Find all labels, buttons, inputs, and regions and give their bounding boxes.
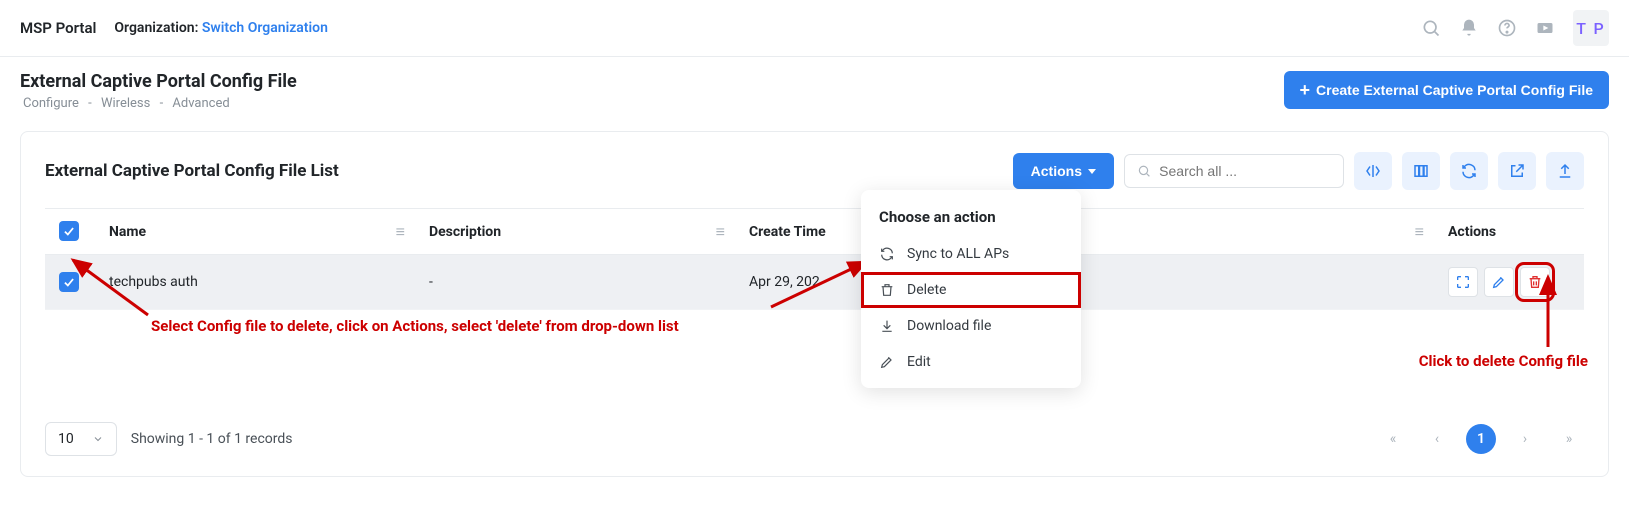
- pager-last-icon[interactable]: »: [1554, 424, 1584, 454]
- upload-icon[interactable]: [1546, 152, 1584, 190]
- page-header: External Captive Portal Config File Conf…: [0, 57, 1629, 119]
- dropdown-title: Choose an action: [861, 204, 1081, 236]
- topbar: MSP Portal Organization: Switch Organiza…: [0, 0, 1629, 57]
- pager-page-1[interactable]: 1: [1466, 424, 1496, 454]
- refresh-icon[interactable]: [1450, 152, 1488, 190]
- collapse-columns-icon[interactable]: [1354, 152, 1392, 190]
- config-table: Name ≡ Description ≡ Create Time ≡ Actio…: [45, 208, 1584, 310]
- column-menu-icon[interactable]: ≡: [1415, 222, 1424, 242]
- breadcrumb-item[interactable]: Wireless: [101, 96, 150, 111]
- row-expand-icon[interactable]: [1448, 267, 1478, 297]
- caret-down-icon: [1088, 169, 1096, 174]
- avatar[interactable]: T P: [1573, 10, 1609, 46]
- search-icon[interactable]: [1421, 18, 1441, 38]
- list-title: External Captive Portal Config File List: [45, 161, 339, 181]
- dropdown-item-download[interactable]: Download file: [861, 308, 1081, 344]
- page-size-select[interactable]: 10: [45, 422, 117, 456]
- create-button-label: Create External Captive Portal Config Fi…: [1316, 82, 1593, 98]
- bell-icon[interactable]: [1459, 18, 1479, 38]
- page-title: External Captive Portal Config File: [20, 71, 297, 92]
- column-menu-icon[interactable]: ≡: [716, 222, 725, 242]
- trash-icon: [879, 282, 895, 298]
- actions-dropdown: Choose an action Sync to ALL APs Delete …: [861, 190, 1081, 388]
- sync-icon: [879, 246, 895, 262]
- org-label: Organization:: [114, 20, 198, 36]
- row-edit-icon[interactable]: [1484, 267, 1514, 297]
- download-icon: [879, 318, 895, 334]
- actions-button-label: Actions: [1031, 163, 1082, 179]
- dropdown-item-delete[interactable]: Delete: [861, 272, 1081, 308]
- plus-icon: +: [1300, 81, 1311, 99]
- dropdown-item-edit[interactable]: Edit: [861, 344, 1081, 380]
- pencil-icon: [879, 354, 895, 370]
- switch-organization-link[interactable]: Switch Organization: [202, 20, 328, 36]
- breadcrumb-item[interactable]: Configure: [23, 96, 79, 111]
- records-text: Showing 1 - 1 of 1 records: [131, 431, 293, 447]
- columns-icon[interactable]: [1402, 152, 1440, 190]
- chevron-down-icon: [92, 433, 104, 445]
- pager-first-icon[interactable]: «: [1378, 424, 1408, 454]
- table-footer: 10 Showing 1 - 1 of 1 records « ‹ 1 › »: [45, 410, 1584, 456]
- column-header-spacer: ≡: [1394, 209, 1434, 255]
- row-checkbox[interactable]: [59, 272, 79, 292]
- column-header-actions: Actions: [1434, 209, 1584, 255]
- column-header-name[interactable]: Name ≡: [95, 209, 415, 255]
- pager-prev-icon[interactable]: ‹: [1422, 424, 1452, 454]
- dropdown-item-label: Edit: [907, 354, 931, 370]
- page-size-value: 10: [58, 431, 74, 447]
- dropdown-item-label: Sync to ALL APs: [907, 246, 1009, 262]
- select-all-checkbox[interactable]: [59, 221, 79, 241]
- breadcrumb-item[interactable]: Advanced: [172, 96, 229, 111]
- dropdown-item-sync[interactable]: Sync to ALL APs: [861, 236, 1081, 272]
- magnifier-icon: [1137, 163, 1151, 179]
- table-row[interactable]: techpubs auth - Apr 29, 202: [45, 255, 1584, 310]
- list-panel: External Captive Portal Config File List…: [20, 131, 1609, 477]
- column-header-description[interactable]: Description ≡: [415, 209, 735, 255]
- create-button[interactable]: + Create External Captive Portal Config …: [1284, 71, 1609, 109]
- pager-next-icon[interactable]: ›: [1510, 424, 1540, 454]
- dropdown-item-label: Delete: [907, 282, 946, 298]
- help-icon[interactable]: [1497, 18, 1517, 38]
- breadcrumb: Configure - Wireless - Advanced: [20, 96, 297, 111]
- search-box[interactable]: [1124, 154, 1344, 188]
- annotation-text: Click to delete Config file: [1419, 352, 1588, 370]
- cell-description: -: [415, 255, 735, 310]
- external-link-icon[interactable]: [1498, 152, 1536, 190]
- row-delete-icon[interactable]: [1520, 267, 1550, 297]
- org-container: Organization: Switch Organization: [114, 20, 327, 36]
- annotation-text: Select Config file to delete, click on A…: [151, 317, 679, 335]
- column-menu-icon[interactable]: ≡: [396, 222, 405, 242]
- cell-name: techpubs auth: [95, 255, 415, 310]
- video-icon[interactable]: [1535, 18, 1555, 38]
- actions-button[interactable]: Actions: [1013, 153, 1114, 189]
- portal-name: MSP Portal: [20, 19, 96, 37]
- dropdown-item-label: Download file: [907, 318, 991, 334]
- search-input[interactable]: [1159, 163, 1331, 179]
